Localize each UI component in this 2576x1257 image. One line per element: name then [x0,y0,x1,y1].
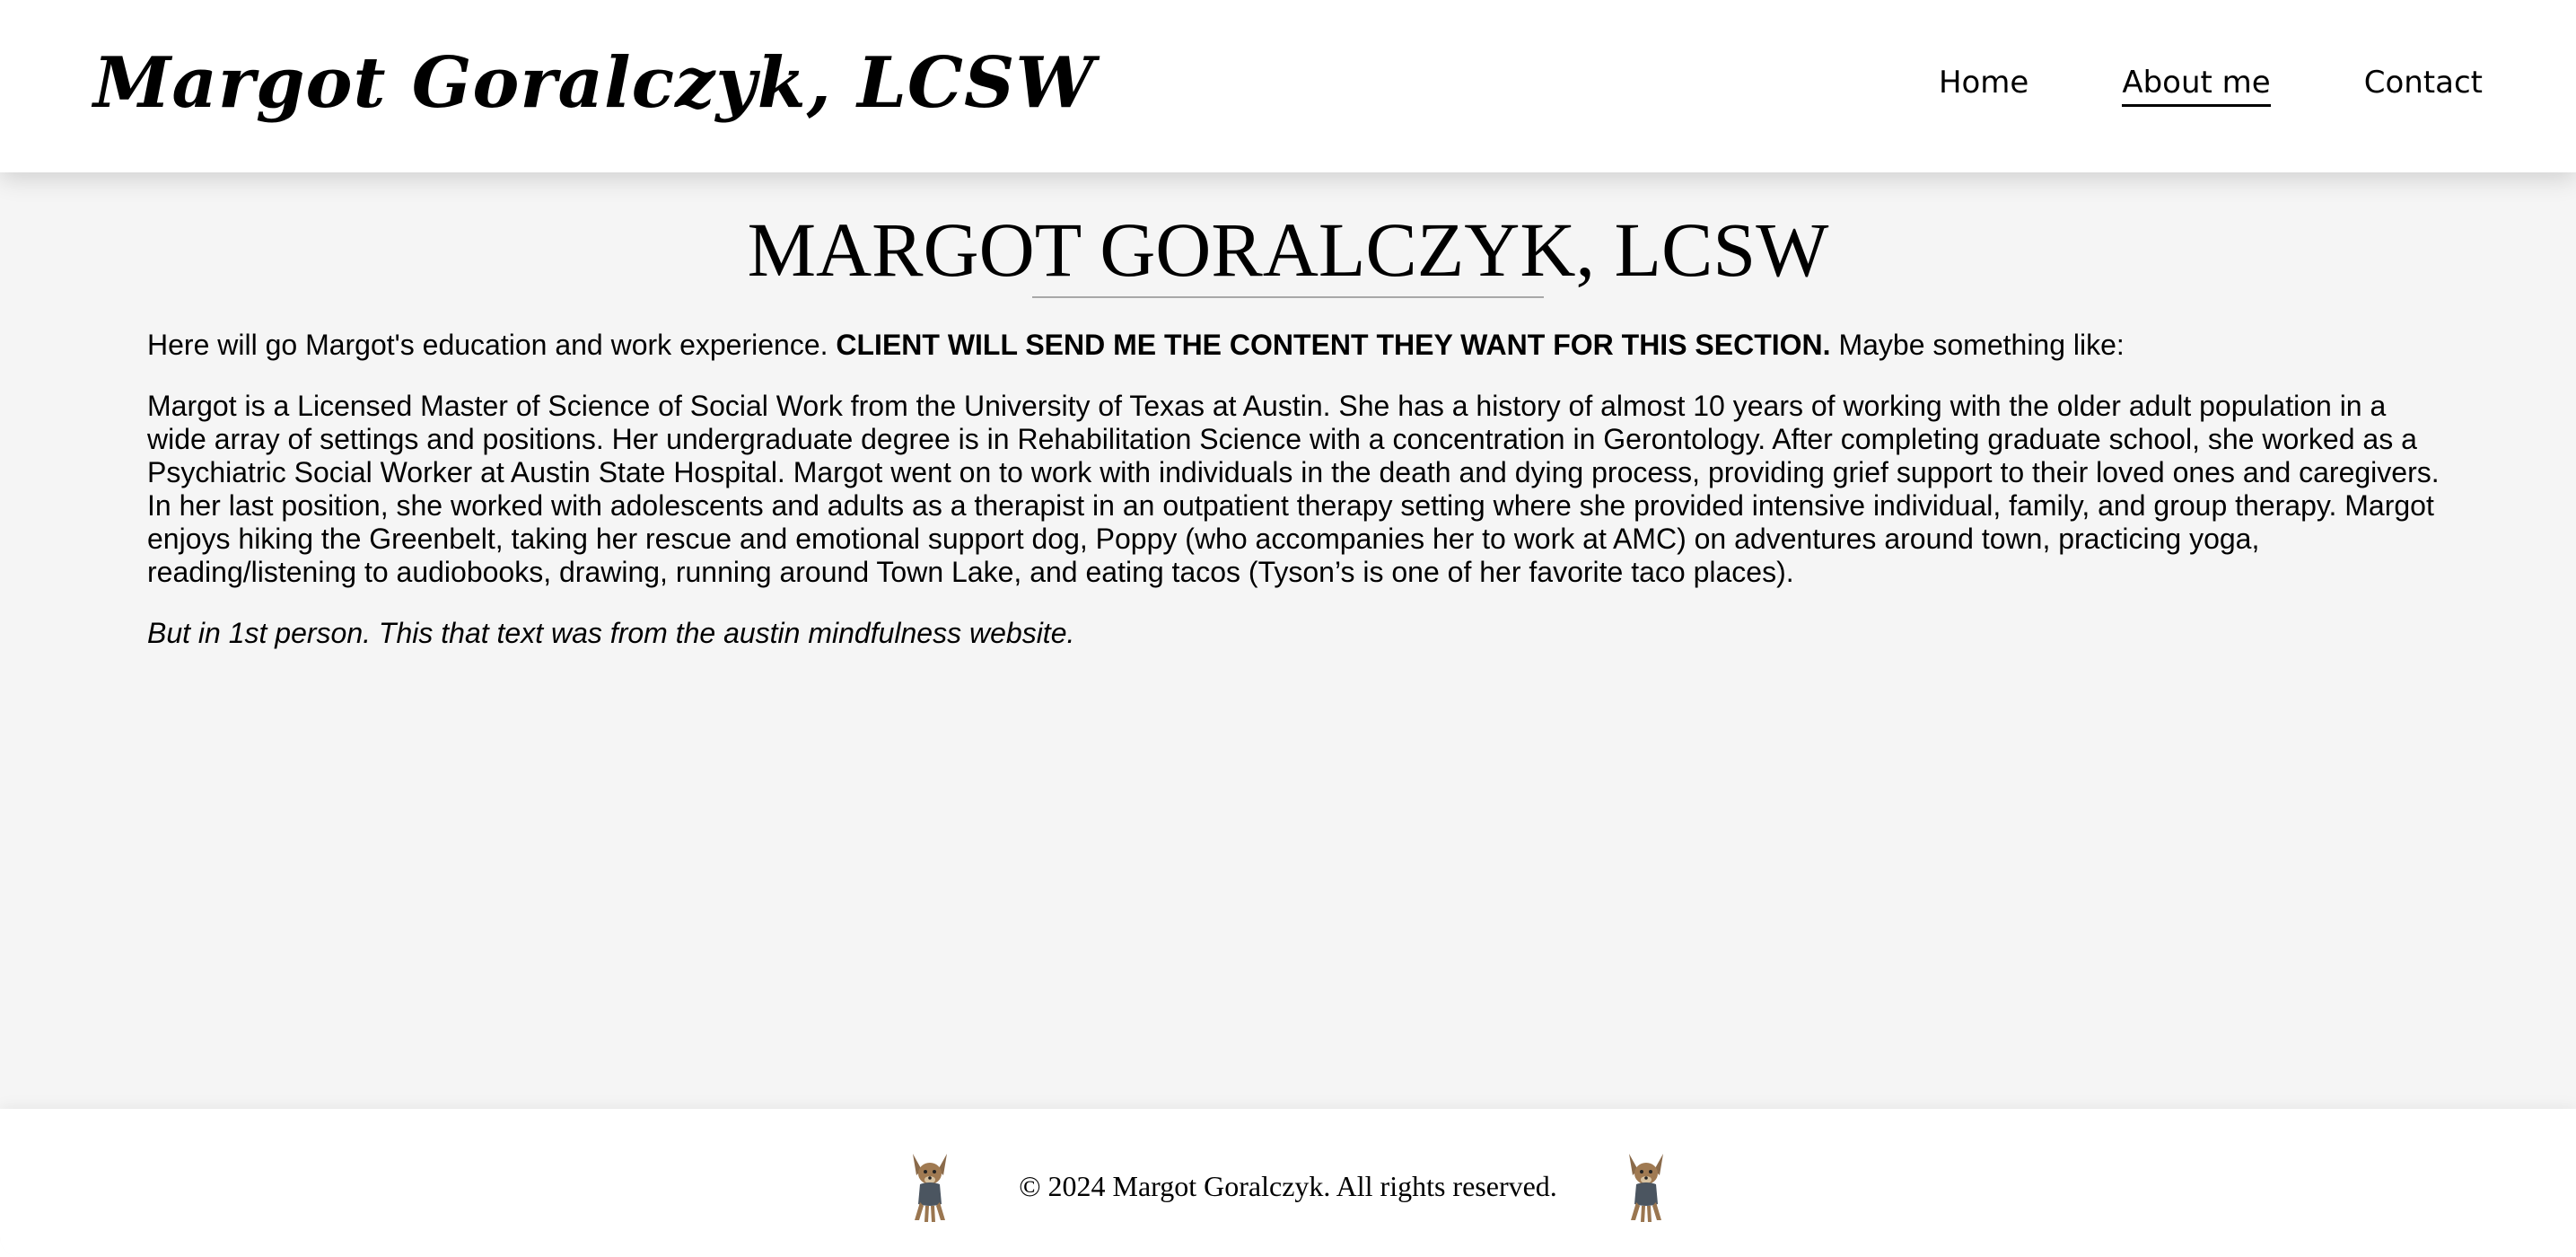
bio-paragraph: Margot is a Licensed Master of Science o… [147,390,2440,588]
intro-text: Here will go Margot's education and work… [147,329,837,361]
site-logo-text[interactable]: Margot Goralczyk, LCSW [93,34,1095,133]
nav-about-link[interactable]: About me [2122,63,2271,107]
page: Margot Goralczyk, LCSW Home About me Con… [0,0,2576,1257]
page-title: MARGOT GORALCZYK, LCSW [747,207,1829,293]
main-nav: Home About me Contact [1939,63,2483,107]
note-paragraph: But in 1st person. This that text was fr… [147,617,1075,649]
copyright-text: © 2024 Margot Goralczyk. All rights rese… [1019,1169,1557,1202]
main-content: MARGOT GORALCZYK, LCSW Here will go Marg… [0,172,2576,1109]
intro-trailing-text: Maybe something like: [1830,329,2125,361]
about-section: Here will go Margot's education and work… [147,329,2445,678]
nav-home-link[interactable]: Home [1939,63,2028,107]
dog-icon [1628,1153,1663,1222]
intro-paragraph: Here will go Margot's education and work… [147,329,2445,362]
site-footer: © 2024 Margot Goralczyk. All rights rese… [0,1109,2576,1257]
site-header: Margot Goralczyk, LCSW Home About me Con… [0,0,2576,172]
dog-icon [913,1153,948,1222]
nav-contact-link[interactable]: Contact [2364,63,2483,107]
title-divider [1032,296,1544,298]
intro-bold-text: CLIENT WILL SEND ME THE CONTENT THEY WAN… [836,329,1831,361]
